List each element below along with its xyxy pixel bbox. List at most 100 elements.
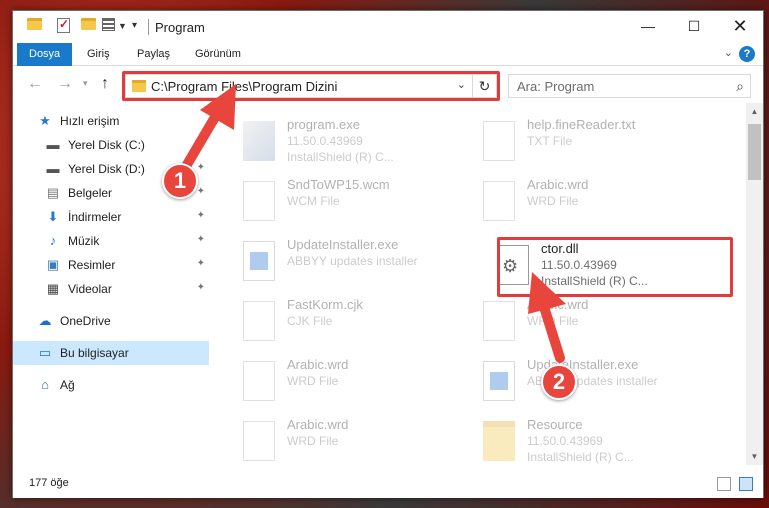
file-name: Arabic.wrd (527, 177, 589, 192)
pin-icon[interactable]: ✦ (197, 282, 205, 293)
close-icon: ✕ (732, 15, 748, 36)
file-item[interactable]: Arabic.wrd WRD File (477, 295, 717, 353)
up-button[interactable]: ↑ (101, 75, 109, 93)
recent-locations-button[interactable]: ▾ (83, 78, 88, 89)
back-button[interactable]: ← (27, 75, 43, 93)
tab-home[interactable]: Giriş (75, 43, 122, 66)
maximize-button[interactable]: ☐ (671, 11, 717, 41)
file-item[interactable]: Resource 11.50.0.43969 InstallShield (R)… (477, 415, 717, 465)
file-item[interactable]: UpdateInstaller.exe ABBYY updates instal… (237, 235, 477, 293)
close-button[interactable]: ✕ (717, 11, 763, 41)
scroll-up-arrow-icon[interactable]: ▲ (746, 103, 763, 120)
forward-button[interactable]: → (57, 75, 73, 93)
file-description: InstallShield (R) C... (287, 150, 394, 164)
file-type: WRD File (287, 434, 339, 448)
item-count: 177 öğe (29, 477, 69, 489)
pictures-icon: ▣ (46, 257, 60, 272)
drive-icon: ▬ (46, 161, 60, 176)
file-type: CJK File (287, 314, 333, 328)
search-icon[interactable]: ⌕ (736, 78, 744, 95)
minimize-button[interactable]: — (625, 11, 671, 41)
music-icon: ♪ (49, 233, 57, 248)
file-item[interactable]: FastKorm.cjk CJK File (237, 295, 477, 353)
sidebar-item-pictures[interactable]: ▣ Resimler ✦ (13, 253, 209, 277)
document-file-icon (243, 421, 275, 461)
cloud-icon: ☁ (38, 313, 52, 328)
help-button[interactable]: ? (739, 46, 755, 62)
file-item[interactable]: help.fineReader.txt TXT File (477, 115, 717, 173)
step-badge-2: 2 (541, 364, 577, 400)
document-file-icon (483, 121, 515, 161)
sidebar-item-music[interactable]: ♪ Müzik ✦ (13, 229, 209, 253)
chevron-down-icon[interactable]: ▼ (118, 21, 127, 39)
sidebar-item-label: Resimler (68, 258, 116, 272)
details-view-button[interactable] (717, 477, 731, 491)
sidebar-item-label: OneDrive (60, 314, 111, 328)
pin-icon[interactable]: ✦ (197, 162, 205, 173)
drive-icon: ▬ (46, 137, 60, 152)
file-name: help.fineReader.txt (527, 117, 636, 132)
computer-icon: ▭ (38, 345, 52, 360)
customize-view-icon[interactable] (102, 18, 115, 31)
minimize-icon: — (641, 18, 655, 34)
document-file-icon (243, 301, 275, 341)
file-name: Arabic.wrd (527, 297, 589, 312)
scroll-thumb[interactable] (748, 124, 761, 180)
sidebar-item-local-disk-c[interactable]: ▬ Yerel Disk (C:) (13, 133, 209, 157)
properties-icon[interactable] (57, 17, 70, 33)
document-file-icon (483, 301, 515, 341)
document-file-icon (243, 181, 275, 221)
file-item[interactable]: UpdateInstaller.exe ABBYY updates instal… (477, 355, 717, 413)
sidebar-item-this-pc[interactable]: ▭ Bu bilgisayar (13, 341, 209, 365)
file-name: Arabic.wrd (287, 417, 349, 432)
scroll-down-arrow-icon[interactable]: ▼ (746, 448, 763, 465)
sidebar-item-label: Yerel Disk (C:) (68, 138, 145, 152)
installer-file-icon (243, 241, 275, 281)
installer-file-icon (483, 361, 515, 401)
vertical-scrollbar[interactable]: ▲ ▼ (746, 103, 763, 465)
search-input[interactable]: Ara: Program ⌕ (508, 74, 751, 98)
explorer-window: ▼ ▾ Program — ☐ ✕ Dosya Giriş Paylaş Gör… (12, 10, 764, 498)
videos-icon: ▦ (46, 281, 60, 296)
documents-icon: ▤ (46, 185, 60, 200)
maximize-icon: ☐ (687, 17, 701, 34)
window-title: Program (155, 20, 205, 35)
sidebar-item-videos[interactable]: ▦ Videolar ✦ (13, 277, 209, 301)
exe-file-icon (243, 121, 275, 161)
file-description: InstallShield (R) C... (527, 450, 634, 464)
sidebar-item-downloads[interactable]: ⬇ İndirmeler ✦ (13, 205, 209, 229)
file-name: UpdateInstaller.exe (287, 237, 399, 252)
sidebar-item-label: Bu bilgisayar (60, 346, 129, 360)
pin-icon[interactable]: ✦ (197, 186, 205, 197)
pin-icon[interactable]: ✦ (197, 210, 205, 221)
file-version: 11.50.0.43969 (527, 434, 603, 448)
sidebar-item-network[interactable]: ⌂ Ağ (13, 373, 209, 397)
file-item[interactable]: program.exe 11.50.0.43969 InstallShield … (237, 115, 477, 173)
sidebar-item-onedrive[interactable]: ☁ OneDrive (13, 309, 209, 333)
pin-icon[interactable]: ✦ (197, 234, 205, 245)
tab-view[interactable]: Görünüm (183, 43, 253, 66)
tab-file[interactable]: Dosya (17, 43, 73, 66)
large-icons-view-button[interactable] (739, 477, 753, 491)
quick-access-customize-icon[interactable]: ▾ (132, 20, 137, 38)
file-item[interactable]: Arabic.wrd WRD File (237, 415, 477, 465)
new-folder-icon[interactable] (81, 18, 96, 30)
file-name: Arabic.wrd (287, 357, 349, 372)
sidebar-item-label: Yerel Disk (D:) (68, 162, 145, 176)
sidebar-item-label: Videolar (68, 282, 112, 296)
pin-icon[interactable]: ✦ (197, 258, 205, 269)
file-item[interactable]: Arabic.wrd WRD File (237, 355, 477, 413)
star-icon: ★ (39, 113, 51, 128)
file-item[interactable]: SndToWP15.wcm WCM File (237, 175, 477, 233)
file-name: UpdateInstaller.exe (527, 357, 639, 372)
document-file-icon (483, 181, 515, 221)
sidebar-item-label: Hızlı erişim (60, 114, 120, 128)
file-item[interactable]: Arabic.wrd WRD File (477, 175, 717, 233)
folder-icon (483, 421, 515, 461)
sidebar-item-quick-access[interactable]: ★ Hızlı erişim (13, 109, 209, 133)
file-name: SndToWP15.wcm (287, 177, 390, 192)
file-type: ABBYY updates installer (287, 254, 418, 268)
expand-ribbon-icon[interactable]: ⌄ (724, 46, 733, 59)
file-version: 11.50.0.43969 (287, 134, 363, 148)
tab-share[interactable]: Paylaş (125, 43, 182, 66)
